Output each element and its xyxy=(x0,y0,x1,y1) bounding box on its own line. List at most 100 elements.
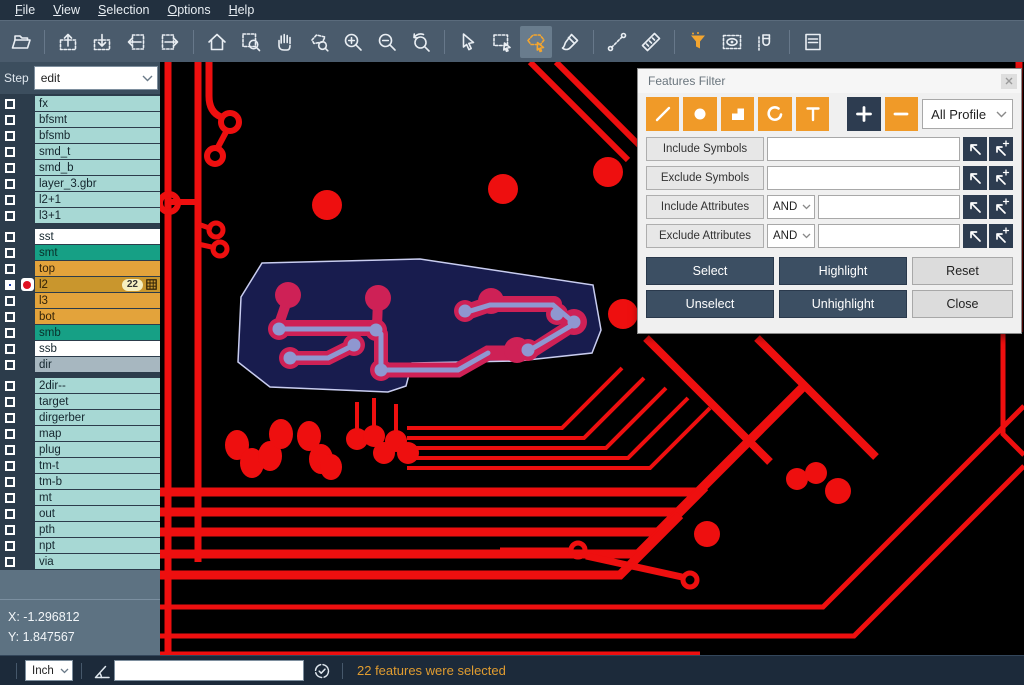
layer-name[interactable]: target xyxy=(35,394,160,409)
menu-file[interactable]: File xyxy=(6,1,44,19)
units-dropdown[interactable]: Inch xyxy=(25,660,73,681)
include-symbols-button[interactable]: Include Symbols xyxy=(646,137,764,161)
layer-checkbox[interactable] xyxy=(5,477,15,487)
layer-checkbox[interactable] xyxy=(5,328,15,338)
layer-row-l3plus1[interactable]: l3+1 xyxy=(0,208,160,223)
exclude-attributes-button[interactable]: Exclude Attributes xyxy=(646,224,764,248)
dialog-close-button[interactable] xyxy=(1001,74,1017,89)
layer-name[interactable]: npt xyxy=(35,538,160,553)
zoom-area-button[interactable] xyxy=(235,26,267,58)
layer-name[interactable]: out xyxy=(35,506,160,521)
layer-checkbox[interactable] xyxy=(5,557,15,567)
layer-row-smb[interactable]: smb xyxy=(0,325,160,340)
layer-checkbox[interactable] xyxy=(5,163,15,173)
layer-name[interactable]: smb xyxy=(35,325,160,340)
polygon-select-button[interactable] xyxy=(520,26,552,58)
layer-name[interactable]: l3+1 xyxy=(35,208,160,223)
pick-symbol-add-button[interactable] xyxy=(989,137,1013,161)
rectangle-select-button[interactable] xyxy=(486,26,518,58)
import-right-button[interactable] xyxy=(154,26,186,58)
menu-selection[interactable]: Selection xyxy=(89,1,158,19)
exclude-attributes-logic-dropdown[interactable]: AND xyxy=(767,224,815,248)
menu-help[interactable]: Help xyxy=(220,1,264,19)
layer-name[interactable]: l2+1 xyxy=(35,192,160,207)
layer-row-via[interactable]: via xyxy=(0,554,160,569)
layer-name[interactable]: tm-b xyxy=(35,474,160,489)
layer-name[interactable]: map xyxy=(35,426,160,441)
dialog-title-bar[interactable]: Features Filter xyxy=(638,69,1021,93)
home-view-button[interactable] xyxy=(201,26,233,58)
layers-panel-button[interactable] xyxy=(797,26,829,58)
view-options-button[interactable] xyxy=(716,26,748,58)
layer-row-ssb[interactable]: ssb xyxy=(0,341,160,356)
ruler-button[interactable] xyxy=(635,26,667,58)
layer-row-mt[interactable]: mt xyxy=(0,490,160,505)
import-up-button[interactable] xyxy=(52,26,84,58)
layer-name[interactable]: top xyxy=(35,261,160,276)
layer-row-2dir[interactable]: 2dir-- xyxy=(0,378,160,393)
layer-row-top[interactable]: top xyxy=(0,261,160,276)
layer-checkbox[interactable] xyxy=(5,344,15,354)
import-down-button[interactable] xyxy=(86,26,118,58)
include-attributes-button[interactable]: Include Attributes xyxy=(646,195,764,219)
layer-checkbox[interactable] xyxy=(5,397,15,407)
layer-row-l2-active[interactable]: l2 22 xyxy=(0,277,160,292)
features-filter-button[interactable] xyxy=(682,26,714,58)
pick-attribute-add-button[interactable] xyxy=(989,224,1013,248)
layer-row-tm-b[interactable]: tm-b xyxy=(0,474,160,489)
import-left-button[interactable] xyxy=(120,26,152,58)
include-attributes-input[interactable] xyxy=(818,195,960,219)
layer-checkbox[interactable] xyxy=(5,429,15,439)
layer-checkbox[interactable] xyxy=(5,115,15,125)
grid-table-icon[interactable] xyxy=(146,279,157,290)
layer-checkbox[interactable] xyxy=(5,360,15,370)
filter-arc-button[interactable] xyxy=(758,97,791,131)
include-attributes-logic-dropdown[interactable]: AND xyxy=(767,195,815,219)
layer-name[interactable]: l3 xyxy=(35,293,160,308)
layer-name[interactable]: smt xyxy=(35,245,160,260)
layer-name[interactable]: via xyxy=(35,554,160,569)
layer-row-plug[interactable]: plug xyxy=(0,442,160,457)
layer-checkbox[interactable] xyxy=(5,525,15,535)
clear-highlight-button[interactable] xyxy=(554,26,586,58)
exclude-attributes-input[interactable] xyxy=(818,224,960,248)
layer-name[interactable]: tm-t xyxy=(35,458,160,473)
layer-row-layer_3[interactable]: layer_3.gbr xyxy=(0,176,160,191)
layer-checkbox[interactable] xyxy=(5,179,15,189)
filter-line-button[interactable] xyxy=(646,97,679,131)
filter-text-button[interactable] xyxy=(796,97,829,131)
pick-symbol-button[interactable] xyxy=(963,166,987,190)
layer-row-sst[interactable]: sst xyxy=(0,229,160,244)
unhighlight-button[interactable]: Unhighlight xyxy=(779,290,907,318)
exclude-symbols-button[interactable]: Exclude Symbols xyxy=(646,166,764,190)
angle-measure-button[interactable] xyxy=(90,659,114,683)
menu-view[interactable]: View xyxy=(44,1,89,19)
layer-checkbox[interactable] xyxy=(5,211,15,221)
layer-row-bfsmt[interactable]: bfsmt xyxy=(0,112,160,127)
layer-row-bot[interactable]: bot xyxy=(0,309,160,324)
layer-checkbox[interactable] xyxy=(5,99,15,109)
layer-row-dirgerber[interactable]: dirgerber xyxy=(0,410,160,425)
layer-checkbox[interactable] xyxy=(5,195,15,205)
layer-name[interactable]: dir xyxy=(35,357,160,372)
zoom-out-button[interactable] xyxy=(371,26,403,58)
filter-add-button[interactable] xyxy=(847,97,880,131)
reset-button[interactable]: Reset xyxy=(912,257,1013,285)
layer-checkbox[interactable] xyxy=(5,413,15,423)
pcb-canvas[interactable]: Features Filter All Profile xyxy=(160,62,1024,655)
highlight-button[interactable]: Highlight xyxy=(779,257,907,285)
layer-name[interactable]: smd_t xyxy=(35,144,160,159)
layer-row-dir[interactable]: dir xyxy=(0,357,160,372)
apply-button[interactable] xyxy=(310,659,334,683)
layer-name[interactable]: layer_3.gbr xyxy=(35,176,160,191)
layer-name[interactable]: bfsmb xyxy=(35,128,160,143)
layer-row-l2plus1[interactable]: l2+1 xyxy=(0,192,160,207)
layer-row-out[interactable]: out xyxy=(0,506,160,521)
layer-name[interactable]: bfsmt xyxy=(35,112,160,127)
layer-checkbox[interactable] xyxy=(5,461,15,471)
filter-surface-button[interactable] xyxy=(721,97,754,131)
layer-row-l3[interactable]: l3 xyxy=(0,293,160,308)
select-pointer-button[interactable] xyxy=(452,26,484,58)
unselect-button[interactable]: Unselect xyxy=(646,290,774,318)
zoom-selection-button[interactable] xyxy=(303,26,335,58)
